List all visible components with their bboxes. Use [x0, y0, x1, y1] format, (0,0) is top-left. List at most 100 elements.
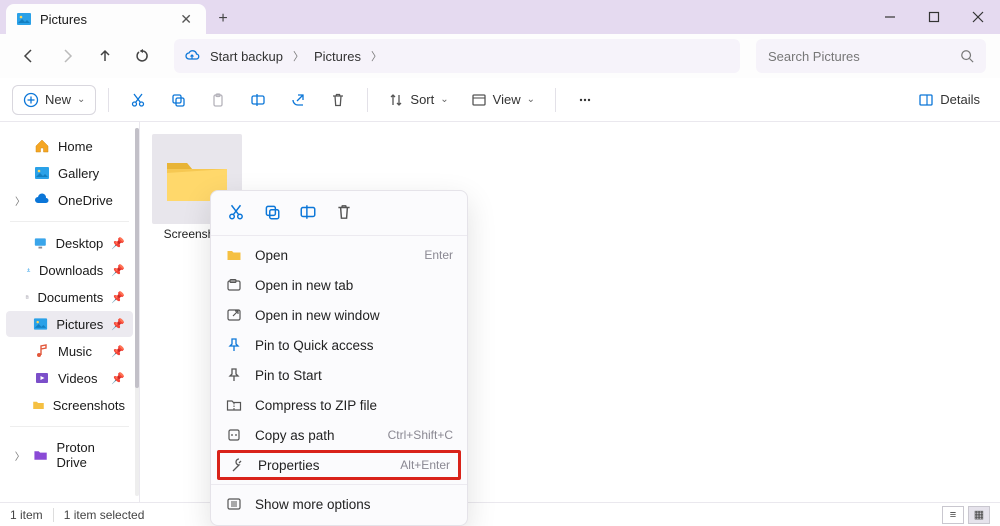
- sidebar-separator: [10, 426, 129, 427]
- toolbar: New ⌄ Sort ⌄ View ⌄ Details: [0, 78, 1000, 122]
- more-button[interactable]: [568, 85, 602, 115]
- sidebar-item-screenshots[interactable]: Screenshots: [6, 392, 133, 418]
- sidebar-item-label: Pictures: [56, 317, 103, 332]
- new-tab-button[interactable]: +: [206, 4, 240, 34]
- tabs: Pictures ✕ +: [0, 0, 240, 34]
- details-pane-icon: [918, 92, 934, 108]
- ctx-compress-zip[interactable]: Compress to ZIP file: [211, 390, 467, 420]
- onedrive-icon: [34, 192, 50, 208]
- new-button[interactable]: New ⌄: [12, 85, 96, 115]
- search-input[interactable]: Search Pictures: [756, 39, 986, 73]
- new-label: New: [45, 92, 71, 107]
- tab-close-icon[interactable]: ✕: [176, 9, 196, 30]
- view-button[interactable]: View ⌄: [463, 85, 543, 115]
- icons-view-toggle[interactable]: ▦: [968, 506, 990, 524]
- up-button[interactable]: [90, 41, 120, 71]
- sidebar-item-onedrive[interactable]: 〉 OneDrive: [6, 187, 133, 213]
- divider: [555, 88, 556, 112]
- ctx-copy-button[interactable]: [261, 201, 283, 223]
- pictures-icon: [16, 11, 32, 27]
- chevron-right-icon[interactable]: 〉: [14, 448, 25, 463]
- paste-button[interactable]: [201, 85, 235, 115]
- sidebar-item-label: Proton Drive: [57, 440, 125, 470]
- sidebar-item-label: Desktop: [56, 236, 104, 251]
- details-view-toggle[interactable]: ≡: [942, 506, 964, 524]
- ctx-cut-button[interactable]: [225, 201, 247, 223]
- paste-icon: [210, 92, 226, 108]
- divider: [53, 508, 54, 522]
- search-placeholder: Search Pictures: [768, 49, 860, 64]
- address-bar[interactable]: Start backup 〉 Pictures 〉: [174, 39, 740, 73]
- tab-pictures[interactable]: Pictures ✕: [6, 4, 206, 34]
- ctx-copy-path[interactable]: Copy as path Ctrl+Shift+C: [211, 420, 467, 450]
- ctx-label: Copy as path: [255, 428, 335, 443]
- breadcrumb-pictures[interactable]: Pictures: [314, 49, 361, 64]
- minimize-button[interactable]: [868, 0, 912, 34]
- titlebar: Pictures ✕ +: [0, 0, 1000, 34]
- sidebar: Home Gallery 〉 OneDrive Desktop 📌 Downlo…: [0, 122, 140, 502]
- sort-label: Sort: [410, 92, 434, 107]
- details-pane-button[interactable]: Details: [910, 85, 988, 115]
- view-icon: [471, 92, 487, 108]
- forward-button[interactable]: [52, 41, 82, 71]
- pin-icon: 📌: [111, 318, 125, 331]
- cut-icon: [130, 92, 146, 108]
- copy-icon: [263, 203, 281, 221]
- divider: [108, 88, 109, 112]
- sidebar-item-proton[interactable]: 〉 Proton Drive: [6, 435, 133, 475]
- rename-button[interactable]: [241, 85, 275, 115]
- ctx-pin-quick[interactable]: Pin to Quick access: [211, 330, 467, 360]
- sort-button[interactable]: Sort ⌄: [380, 85, 456, 115]
- ctx-delete-button[interactable]: [333, 201, 355, 223]
- backup-label[interactable]: Start backup: [210, 49, 283, 64]
- sidebar-item-videos[interactable]: Videos 📌: [6, 365, 133, 391]
- context-separator: [211, 484, 467, 485]
- ctx-label: Pin to Start: [255, 368, 322, 383]
- sidebar-item-music[interactable]: Music 📌: [6, 338, 133, 364]
- sidebar-item-label: Music: [58, 344, 92, 359]
- chevron-down-icon: ⌄: [440, 94, 448, 105]
- open-folder-icon: [225, 247, 243, 263]
- refresh-button[interactable]: [128, 41, 158, 71]
- ctx-open[interactable]: Open Enter: [211, 240, 467, 270]
- downloads-icon: [26, 262, 31, 278]
- sidebar-item-label: Documents: [38, 290, 104, 305]
- new-tab-icon: [225, 277, 243, 293]
- cut-button[interactable]: [121, 85, 155, 115]
- sidebar-scrollbar-thumb[interactable]: [135, 128, 139, 388]
- share-icon: [290, 92, 306, 108]
- back-button[interactable]: [14, 41, 44, 71]
- ctx-more-options[interactable]: Show more options: [211, 489, 467, 519]
- delete-button[interactable]: [321, 85, 355, 115]
- ctx-properties[interactable]: Properties Alt+Enter: [217, 450, 461, 480]
- ctx-open-new-tab[interactable]: Open in new tab: [211, 270, 467, 300]
- plus-circle-icon: [23, 92, 39, 108]
- sidebar-item-documents[interactable]: Documents 📌: [6, 284, 133, 310]
- pin-start-icon: [225, 367, 243, 383]
- documents-icon: [25, 289, 29, 305]
- sidebar-item-home[interactable]: Home: [6, 133, 133, 159]
- context-menu-iconrow: [211, 195, 467, 231]
- status-count: 1 item: [10, 508, 43, 522]
- ctx-rename-button[interactable]: [297, 201, 319, 223]
- chevron-right-icon[interactable]: 〉: [371, 48, 382, 64]
- share-button[interactable]: [281, 85, 315, 115]
- pin-icon: [225, 337, 243, 353]
- sidebar-item-gallery[interactable]: Gallery: [6, 160, 133, 186]
- ctx-open-new-window[interactable]: Open in new window: [211, 300, 467, 330]
- gallery-icon: [34, 165, 50, 181]
- sidebar-item-desktop[interactable]: Desktop 📌: [6, 230, 133, 256]
- chevron-right-icon[interactable]: 〉: [14, 193, 26, 208]
- copy-button[interactable]: [161, 85, 195, 115]
- sidebar-item-downloads[interactable]: Downloads 📌: [6, 257, 133, 283]
- context-separator: [211, 235, 467, 236]
- view-label: View: [493, 92, 521, 107]
- sidebar-item-pictures[interactable]: Pictures 📌: [6, 311, 133, 337]
- chevron-down-icon: ⌄: [527, 94, 535, 105]
- cloud-backup-icon: [184, 48, 200, 64]
- ctx-label: Show more options: [255, 497, 371, 512]
- ctx-pin-start[interactable]: Pin to Start: [211, 360, 467, 390]
- sidebar-separator: [10, 221, 129, 222]
- close-button[interactable]: [956, 0, 1000, 34]
- maximize-button[interactable]: [912, 0, 956, 34]
